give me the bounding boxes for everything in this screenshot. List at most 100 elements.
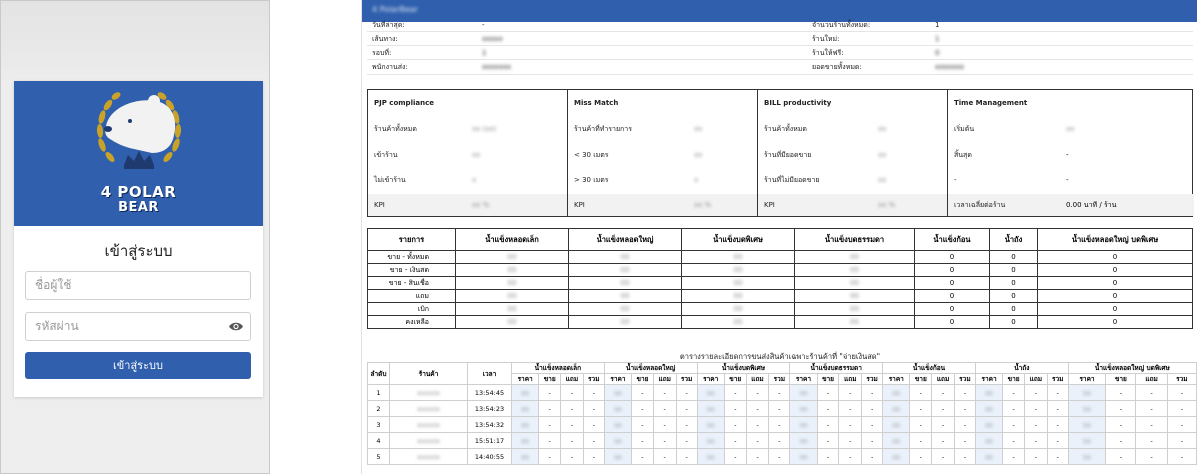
login-button[interactable]: เข้าสู่ระบบ [25, 352, 251, 379]
table-cell: - [675, 448, 698, 465]
table-cell: - [1135, 416, 1168, 433]
login-screen: 4 POLAR BEAR เข้าสู่ระบบ ชื่อผู้ใช้ รหัส… [0, 0, 270, 474]
kpi-label: - [954, 176, 957, 184]
redacted-value: xx [614, 436, 622, 445]
table-cell: - [768, 448, 791, 465]
table-cell: 0 [1037, 263, 1193, 277]
column-subheader: ราคา [974, 373, 1004, 385]
table-cell: - [631, 448, 654, 465]
table-cell: xx [1067, 432, 1107, 449]
table-cell: - [1135, 448, 1168, 465]
table-cell: 0 [989, 302, 1038, 316]
redacted-value: xx [892, 420, 901, 429]
column-subheader: ราคา [510, 373, 540, 385]
redacted-value: 00 [850, 305, 859, 313]
table-cell: - [560, 416, 584, 433]
redacted-value: xxxxxx [416, 388, 441, 397]
table-cell: - [1105, 400, 1137, 417]
table-cell: 0 [1037, 289, 1193, 303]
redacted-value: xx [1083, 388, 1091, 397]
row-number: 1 [367, 384, 390, 401]
redacted-value: 00 [850, 266, 859, 274]
column-group-header: น้ำแข็งก้อน [882, 362, 976, 374]
column-header: น้ำถัง [989, 228, 1038, 251]
eye-icon[interactable] [228, 321, 244, 332]
polar-bear-logo-icon [96, 92, 182, 169]
table-cell: - [652, 432, 677, 449]
table-cell: - [582, 448, 605, 465]
table-cell: - [953, 448, 976, 465]
column-group-header: น้ำแข็งบดพิเศษ [696, 362, 791, 374]
table-cell: - [1002, 432, 1025, 449]
table-cell: - [838, 416, 863, 433]
table-cell: - [1166, 384, 1197, 401]
kpi-value: xx [1066, 125, 1075, 133]
table-cell: - [1024, 384, 1048, 401]
info-label: ยอดขายทั้งหมด: [812, 63, 862, 71]
info-label: เส้นทาง: [372, 35, 398, 43]
table-cell: - [909, 448, 933, 465]
table-cell: 00 [681, 289, 795, 303]
info-label: วันที่ล่าสุด: [372, 21, 405, 29]
kpi-value: xx [694, 125, 703, 133]
time-cell: 13:54:23 [467, 400, 512, 417]
column-group-header: น้ำแข็งบดธรรมดา [789, 362, 884, 374]
redacted-value: 00 [850, 292, 859, 300]
table-cell: - [861, 432, 884, 449]
redacted-value: xx [521, 404, 529, 413]
table-cell: - [582, 384, 605, 401]
username-input[interactable]: ชื่อผู้ใช้ [25, 271, 251, 300]
redacted-value: 00 [850, 253, 859, 261]
table-cell: - [1105, 432, 1137, 449]
redacted-value: xx [799, 452, 808, 461]
table-cell: 0 [914, 263, 990, 277]
table-cell: - [931, 432, 955, 449]
table-cell: 0 [989, 315, 1038, 329]
table-cell: 0 [1037, 302, 1193, 316]
kpi-value: - [1066, 151, 1069, 159]
table-cell: - [560, 432, 584, 449]
redacted-value: 00 [733, 266, 743, 274]
column-subheader: แถม [1135, 373, 1168, 385]
table-cell: - [745, 448, 770, 465]
table-cell: - [1046, 384, 1069, 401]
redacted-value: xx [614, 404, 622, 413]
table-cell: 0 [1037, 276, 1193, 290]
kpi-value: xx [878, 176, 887, 184]
info-label: รอบที่: [372, 49, 392, 57]
table-cell: xx [882, 400, 911, 417]
table-cell: - [816, 384, 840, 401]
kpi-label: ร้านค้าทั้งหมด [764, 125, 807, 133]
row-number: 5 [367, 448, 390, 465]
table-cell: - [560, 384, 584, 401]
redacted-value: xx [985, 388, 993, 397]
table-cell: - [861, 384, 884, 401]
table-cell: 0 [989, 276, 1038, 290]
table-cell: - [1046, 400, 1069, 417]
table-cell: - [631, 384, 654, 401]
redacted-value: 00 [850, 279, 859, 287]
table-cell: - [631, 416, 654, 433]
table-cell: 00 [455, 250, 569, 264]
table-cell: - [861, 448, 884, 465]
table-cell: 00 [794, 315, 915, 329]
table-cell: - [1166, 416, 1197, 433]
table-cell: xx [1067, 448, 1107, 465]
table-cell: - [652, 384, 677, 401]
table-cell: - [861, 400, 884, 417]
redacted-value: xx [1083, 452, 1091, 461]
logo-line-1: 4 POLAR [100, 183, 177, 201]
table-cell: 0 [914, 276, 990, 290]
table-cell: xx [789, 400, 818, 417]
table-cell: xx [1067, 384, 1107, 401]
table-cell: 00 [568, 289, 682, 303]
redacted-value: xxxxxx [416, 452, 441, 461]
cash-delivery-detail-table: ลำดับ ร้านค้า เวลา น้ำแข็งหลอดเล็ก น้ำแข็งหล… [367, 362, 1197, 465]
table-cell: 00 [568, 315, 682, 329]
redacted-value: xx [521, 436, 529, 445]
password-input[interactable]: รหัสผ่าน [25, 312, 251, 341]
table-cell: 0 [914, 302, 990, 316]
kpi-time-management: Time Management เริ่มต้น xx สิ้นสุด - - … [948, 90, 1194, 216]
table-cell: xx [882, 432, 911, 449]
table-cell: - [861, 416, 884, 433]
